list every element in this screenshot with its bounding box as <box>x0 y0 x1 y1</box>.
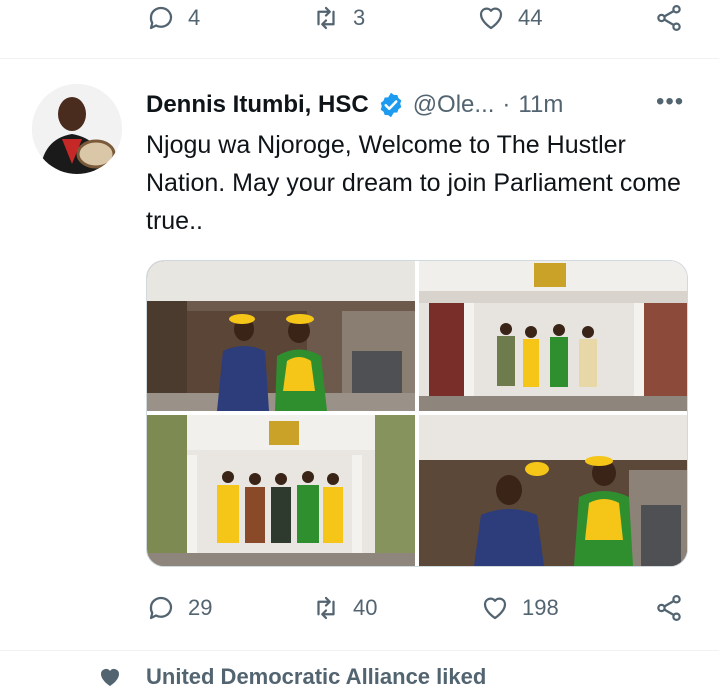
share-icon <box>657 5 681 31</box>
like-button[interactable]: 198 <box>480 590 559 626</box>
avatar[interactable] <box>32 84 122 174</box>
tweet-header: Dennis Itumbi, HSC @Ole... · 11m <box>146 88 686 122</box>
like-icon <box>479 7 503 30</box>
tweet-time[interactable]: 11m <box>518 91 563 119</box>
heart-icon <box>101 669 119 686</box>
retweet-button[interactable]: 3 <box>311 0 365 36</box>
reply-count: 4 <box>188 5 201 30</box>
tweet-divider-bottom <box>0 650 719 651</box>
tweet-media-grid[interactable] <box>146 260 688 567</box>
share-icon <box>657 595 681 621</box>
liked-notice: United Democratic Alliance liked <box>98 664 486 690</box>
reply-button[interactable]: 29 <box>146 590 212 626</box>
retweet-button[interactable]: 40 <box>311 590 377 626</box>
liked-notice-text[interactable]: United Democratic Alliance liked <box>146 664 486 690</box>
verified-icon <box>380 92 401 118</box>
photo-3[interactable] <box>147 415 415 566</box>
retweet-count: 3 <box>353 5 366 30</box>
reply-button[interactable]: 4 <box>146 0 200 36</box>
share-button[interactable] <box>654 0 684 36</box>
share-button[interactable] <box>654 590 684 626</box>
like-button[interactable]: 44 <box>476 0 542 36</box>
more-icon[interactable]: ••• <box>656 88 684 116</box>
separator-dot: · <box>502 91 511 118</box>
like-count: 198 <box>522 595 559 620</box>
reply-icon <box>149 596 173 620</box>
photo-1[interactable] <box>147 261 415 411</box>
photo-2[interactable] <box>419 261 687 411</box>
reply-icon <box>149 6 173 30</box>
avatar-image <box>32 84 122 174</box>
tweet-divider-top <box>0 58 719 59</box>
like-icon <box>483 597 507 620</box>
reply-count: 29 <box>188 595 213 620</box>
author-handle[interactable]: @Ole... <box>413 91 495 119</box>
tweet[interactable]: Dennis Itumbi, HSC @Ole... · 11m ••• Njo… <box>0 60 719 650</box>
tweet-text: Njogu wa Njoroge, Welcome to The Hustler… <box>146 131 681 235</box>
retweet-count: 40 <box>353 595 378 620</box>
retweet-icon <box>317 6 335 30</box>
photo-4[interactable] <box>419 415 687 566</box>
tweet-action-bar: 29 40 198 <box>146 590 686 626</box>
previous-tweet-action-bar: 4 3 44 <box>146 0 686 36</box>
like-count: 44 <box>518 5 543 30</box>
retweet-icon <box>317 596 335 620</box>
author-name[interactable]: Dennis Itumbi, HSC <box>146 91 369 119</box>
